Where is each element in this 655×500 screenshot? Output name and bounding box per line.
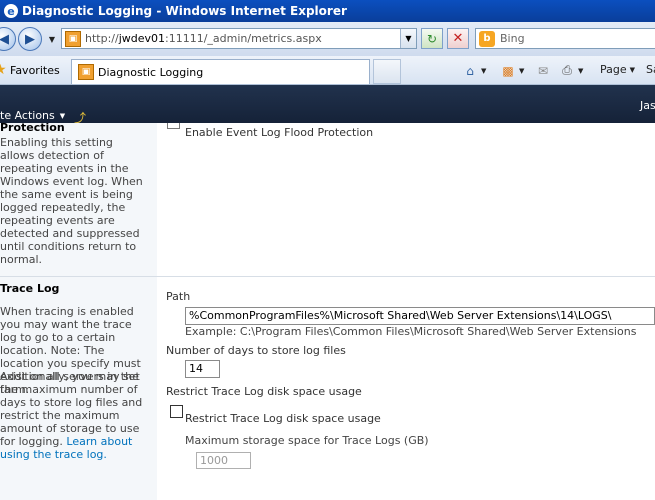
safety-menu[interactable]: Sa	[646, 63, 655, 76]
page-menu[interactable]: Page ▼	[600, 63, 635, 76]
print-button[interactable]: ⎙ ▼	[559, 63, 583, 78]
restrict-heading: Restrict Trace Log disk space usage	[166, 385, 362, 398]
safety-menu-label: Sa	[646, 63, 655, 76]
feeds-icon: ▩	[502, 63, 514, 78]
window-titlebar: e Diagnostic Logging - Windows Internet …	[0, 0, 655, 22]
main-content: Protection Enabling this setting allows …	[0, 121, 655, 500]
tab-diagnostic-logging[interactable]: ▣ Diagnostic Logging	[71, 59, 370, 84]
sharepoint-ribbon-bar: te Actions ▼ ⤴ Jas	[0, 85, 655, 125]
home-icon: ⌂	[466, 63, 474, 78]
stop-icon[interactable]: ✕	[447, 28, 469, 49]
chevron-down-icon: ▼	[629, 65, 636, 74]
mail-button[interactable]: ✉	[535, 63, 551, 78]
favorites-bar: ★ Favorites ▣ Diagnostic Logging ⌂ ▼ ▩ ▼ ✉…	[0, 56, 655, 85]
section-divider	[0, 276, 655, 277]
print-icon: ⎙	[562, 63, 572, 77]
new-tab-button[interactable]	[373, 59, 401, 84]
restrict-checkbox-label[interactable]: Restrict Trace Log disk space usage	[185, 412, 381, 425]
chevron-down-icon: ▼	[481, 66, 487, 75]
address-bar[interactable]: ▣ http://jwdev01:11111/_admin/metrics.as…	[61, 28, 417, 49]
trace-log-heading: Trace Log	[0, 282, 60, 295]
refresh-icon[interactable]: ↻	[421, 28, 443, 49]
home-button[interactable]: ⌂ ▼	[462, 63, 486, 78]
recent-pages-dropdown[interactable]: ▼	[46, 29, 58, 49]
page-menu-label: Page	[600, 63, 627, 76]
event-log-description: Enabling this setting allows detection o…	[0, 136, 143, 266]
event-log-heading: Protection	[0, 121, 65, 134]
search-placeholder[interactable]: Bing	[500, 32, 525, 45]
max-storage-label: Maximum storage space for Trace Logs (GB…	[185, 434, 429, 447]
feeds-button[interactable]: ▩ ▼	[500, 63, 524, 78]
chevron-down-icon: ▼	[519, 66, 525, 75]
window-title: Diagnostic Logging - Windows Internet Ex…	[22, 4, 347, 18]
ie-logo-icon: e	[4, 4, 18, 18]
path-label: Path	[166, 290, 191, 303]
mail-icon: ✉	[537, 63, 549, 78]
address-dropdown-icon[interactable]: ▼	[400, 29, 416, 48]
address-toolbar: ◀ ▶ ▼ ▣ http://jwdev01:11111/_admin/metr…	[0, 22, 655, 56]
address-url[interactable]: http://jwdev01:11111/_admin/metrics.aspx	[85, 32, 322, 45]
path-example: Example: C:\Program Files\Common Files\M…	[185, 325, 637, 338]
flood-protection-checkbox[interactable]	[167, 123, 180, 129]
chevron-down-icon: ▼	[59, 111, 66, 120]
favorites-button[interactable]: Favorites	[10, 64, 60, 77]
sharepoint-site-icon: ▣	[65, 30, 81, 47]
days-input[interactable]: 14	[185, 360, 220, 378]
forward-arrow-icon[interactable]: ▶	[18, 27, 42, 51]
path-input[interactable]: %CommonProgramFiles%\Microsoft Shared\We…	[185, 307, 655, 325]
tab-site-icon: ▣	[78, 64, 94, 80]
max-storage-input[interactable]: 1000	[196, 452, 251, 469]
flood-protection-label: Enable Event Log Flood Protection	[185, 126, 374, 139]
tab-label: Diagnostic Logging	[98, 65, 204, 79]
trace-log-description-more: Additionally, you may set the maximum nu…	[0, 370, 150, 461]
back-arrow-icon[interactable]: ◀	[0, 27, 16, 51]
bing-icon: b	[479, 30, 495, 47]
navigate-up-icon[interactable]: ⤴	[74, 109, 90, 125]
search-box[interactable]: b Bing	[475, 28, 655, 49]
favorites-star-icon[interactable]: ★	[0, 63, 8, 77]
restrict-checkbox[interactable]	[170, 405, 183, 418]
user-name[interactable]: Jas	[640, 99, 655, 112]
days-label: Number of days to store log files	[166, 344, 346, 357]
chevron-down-icon: ▼	[578, 66, 584, 75]
